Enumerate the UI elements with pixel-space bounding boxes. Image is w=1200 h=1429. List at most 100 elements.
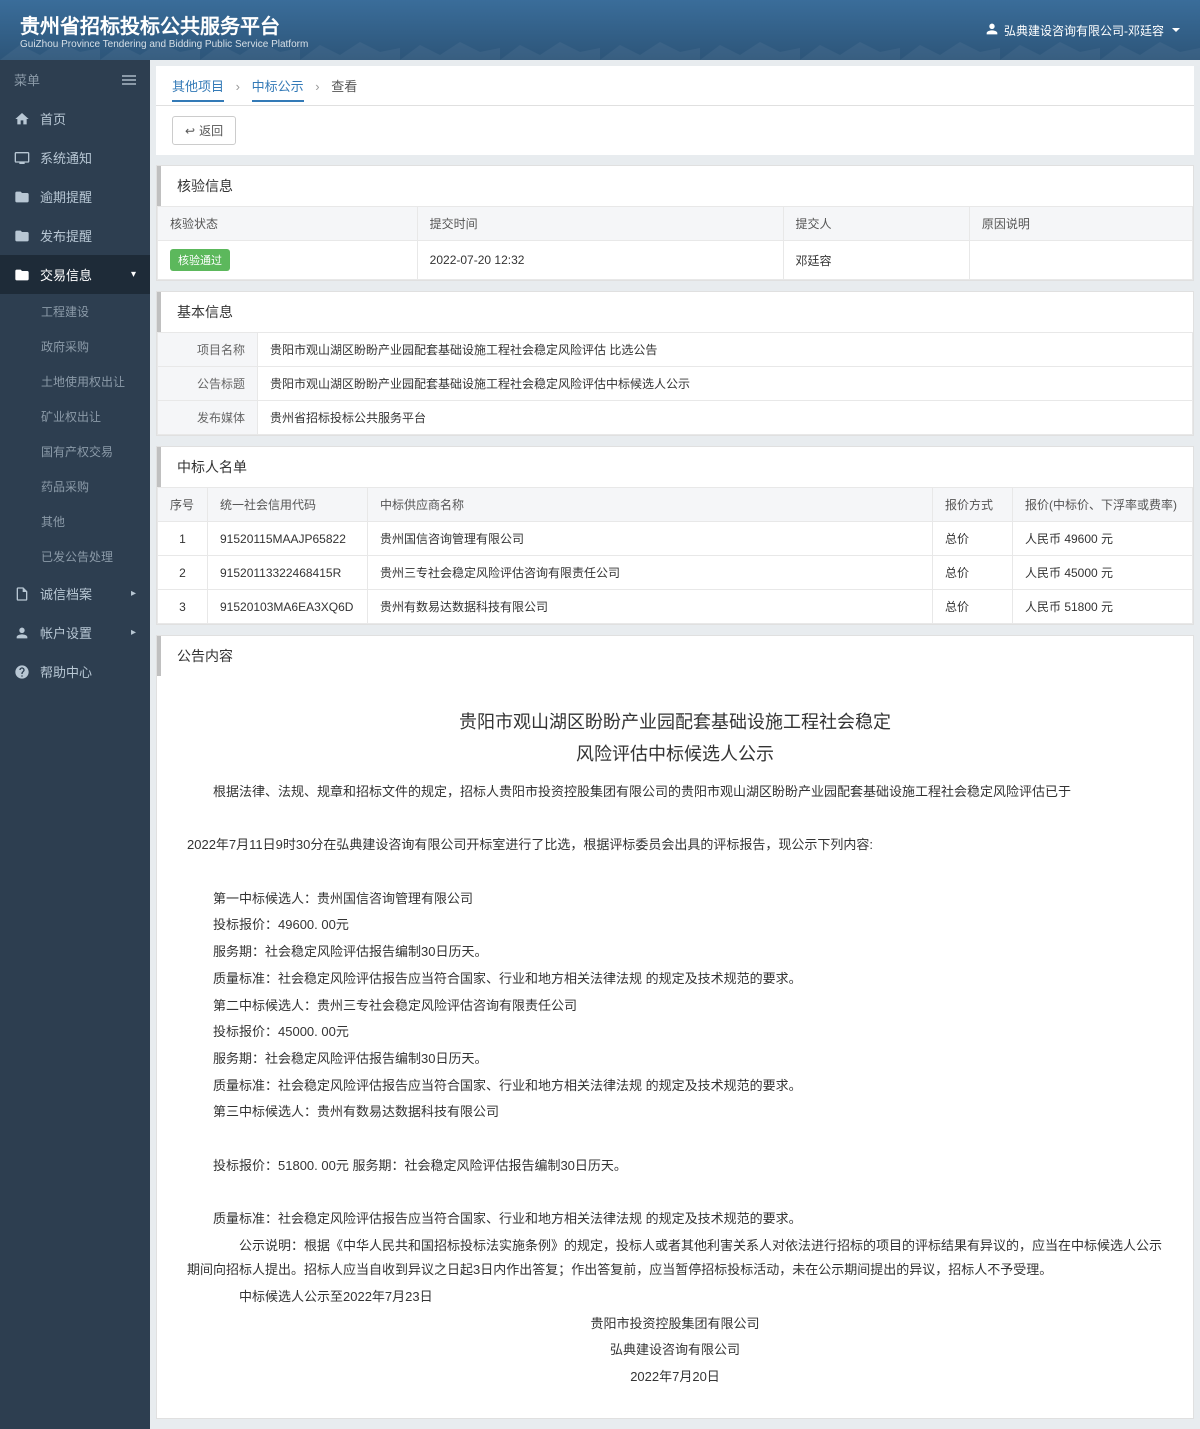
basic-panel: 基本信息 项目名称贵阳市观山湖区盼盼产业园配套基础设施工程社会稳定风险评估 比选… (156, 291, 1194, 436)
th-name: 中标供应商名称 (368, 488, 933, 522)
submenu-mine[interactable]: 矿业权出让 (0, 399, 150, 434)
sidebar-item-label: 诚信档案 (40, 584, 92, 603)
folder-icon (14, 267, 30, 283)
doc-icon (14, 586, 30, 602)
basic-table: 项目名称贵阳市观山湖区盼盼产业园配套基础设施工程社会稳定风险评估 比选公告 公告… (157, 332, 1193, 435)
table-row: 2 91520113322468415R 贵州三专社会稳定风险评估咨询有限责任公… (158, 556, 1193, 590)
c1-quality: 质量标准：社会稳定风险评估报告应当符合国家、行业和地方相关法律法规 的规定及技术… (187, 967, 1163, 992)
table-row: 公告标题贵阳市观山湖区盼盼产业园配套基础设施工程社会稳定风险评估中标候选人公示 (158, 367, 1193, 401)
announce-h1: 贵阳市观山湖区盼盼产业园配套基础设施工程社会稳定 (187, 708, 1163, 734)
basic-title: 基本信息 (157, 292, 1193, 332)
cell-reason (969, 241, 1192, 280)
value: 贵阳市观山湖区盼盼产业园配套基础设施工程社会稳定风险评估中标候选人公示 (258, 367, 1193, 401)
th-price: 报价(中标价、下浮率或费率) (1013, 488, 1193, 522)
c2-quality: 质量标准：社会稳定风险评估报告应当符合国家、行业和地方相关法律法规 的规定及技术… (187, 1074, 1163, 1099)
breadcrumb-item: 查看 (331, 79, 357, 94)
winners-panel: 中标人名单 序号 统一社会信用代码 中标供应商名称 报价方式 报价(中标价、下浮… (156, 446, 1194, 625)
back-arrow-icon: ↩ (185, 124, 195, 138)
label: 发布媒体 (158, 401, 258, 435)
sidebar-item-label: 系统通知 (40, 148, 92, 167)
sidebar-item-trade[interactable]: 交易信息 ▾ (0, 255, 150, 294)
th-reason: 原因说明 (969, 207, 1192, 241)
sidebar-item-label: 首页 (40, 109, 66, 128)
sidebar-item-notify[interactable]: 系统通知 (0, 138, 150, 177)
label: 公告标题 (158, 367, 258, 401)
submenu-property[interactable]: 国有产权交易 (0, 434, 150, 469)
chevron-down-icon: ▾ (131, 269, 136, 280)
value: 贵州省招标投标公共服务平台 (258, 401, 1193, 435)
table-row: 项目名称贵阳市观山湖区盼盼产业园配套基础设施工程社会稳定风险评估 比选公告 (158, 333, 1193, 367)
winners-table: 序号 统一社会信用代码 中标供应商名称 报价方式 报价(中标价、下浮率或费率) … (157, 487, 1193, 624)
help-icon (14, 664, 30, 680)
c2-name: 第二中标候选人：贵州三专社会稳定风险评估咨询有限责任公司 (187, 994, 1163, 1019)
announce-h2: 风险评估中标候选人公示 (187, 740, 1163, 766)
toolbar: ↩ 返回 (156, 106, 1194, 155)
th-method: 报价方式 (933, 488, 1013, 522)
user-name: 弘典建设咨询有限公司-邓廷容 (1004, 22, 1164, 39)
submenu-land[interactable]: 土地使用权出让 (0, 364, 150, 399)
sidebar-item-credit[interactable]: 诚信档案 ▸ (0, 574, 150, 613)
sidebar-header: 菜单 (0, 60, 150, 99)
submenu-construction[interactable]: 工程建设 (0, 294, 150, 329)
sig3: 2022年7月20日 (187, 1365, 1163, 1390)
menu-label: 菜单 (14, 70, 40, 89)
home-icon (14, 111, 30, 127)
cell-time: 2022-07-20 12:32 (417, 241, 783, 280)
announce-section-title: 公告内容 (157, 636, 1193, 676)
announce-p1: 根据法律、法规、规章和招标文件的规定，招标人贵阳市投资控股集团有限公司的贵阳市观… (187, 780, 1163, 805)
main-content: 其他项目 › 中标公示 › 查看 ↩ 返回 核验信息 核验状态 提交时间 提交人… (150, 60, 1200, 1429)
status-badge: 核验通过 (170, 249, 230, 271)
breadcrumb: 其他项目 › 中标公示 › 查看 (156, 66, 1194, 106)
submenu-gov[interactable]: 政府采购 (0, 329, 150, 364)
c1-name: 第一中标候选人：贵州国信咨询管理有限公司 (187, 887, 1163, 912)
app-subtitle: GuiZhou Province Tendering and Bidding P… (20, 39, 308, 50)
c1-price: 投标报价：49600. 00元 (187, 913, 1163, 938)
user-icon (984, 21, 1000, 40)
sidebar-item-overdue[interactable]: 逾期提醒 (0, 177, 150, 216)
verify-table: 核验状态 提交时间 提交人 原因说明 核验通过 2022-07-20 12:32… (157, 206, 1193, 280)
sidebar-item-label: 交易信息 (40, 265, 92, 284)
table-row: 3 91520103MA6EA3XQ6D 贵州有数易达数据科技有限公司 总价 人… (158, 590, 1193, 624)
label: 项目名称 (158, 333, 258, 367)
c3-price: 投标报价：51800. 00元 服务期：社会稳定风险评估报告编制30日历天。 (187, 1154, 1163, 1179)
th-no: 序号 (158, 488, 208, 522)
th-status: 核验状态 (158, 207, 418, 241)
folder-icon (14, 189, 30, 205)
submenu-other[interactable]: 其他 (0, 504, 150, 539)
sidebar-item-account[interactable]: 帐户设置 ▸ (0, 613, 150, 652)
announce-until: 中标候选人公示至2022年7月23日 (187, 1285, 1163, 1310)
table-row: 核验通过 2022-07-20 12:32 邓廷容 (158, 241, 1193, 280)
monitor-icon (14, 150, 30, 166)
submenu-published[interactable]: 已发公告处理 (0, 539, 150, 574)
c3-name: 第三中标候选人：贵州有数易达数据科技有限公司 (187, 1100, 1163, 1125)
c2-price: 投标报价：45000. 00元 (187, 1020, 1163, 1045)
breadcrumb-item[interactable]: 其他项目 (172, 79, 224, 102)
verify-title: 核验信息 (157, 166, 1193, 206)
submenu-medicine[interactable]: 药品采购 (0, 469, 150, 504)
sig1: 贵阳市投资控股集团有限公司 (187, 1312, 1163, 1337)
announce-note: 公示说明：根据《中华人民共和国招标投标法实施条例》的规定，投标人或者其他利害关系… (187, 1234, 1163, 1283)
menu-toggle-icon[interactable] (122, 73, 136, 87)
sidebar-item-label: 帮助中心 (40, 662, 92, 681)
folder-icon (14, 228, 30, 244)
verify-panel: 核验信息 核验状态 提交时间 提交人 原因说明 核验通过 2022-07-20 … (156, 165, 1194, 281)
announce-p2: 2022年7月11日9时30分在弘典建设咨询有限公司开标室进行了比选，根据评标委… (187, 833, 1163, 858)
sidebar-item-publish[interactable]: 发布提醒 (0, 216, 150, 255)
value: 贵阳市观山湖区盼盼产业园配套基础设施工程社会稳定风险评估 比选公告 (258, 333, 1193, 367)
c2-period: 服务期：社会稳定风险评估报告编制30日历天。 (187, 1047, 1163, 1072)
breadcrumb-item[interactable]: 中标公示 (252, 79, 304, 102)
back-button[interactable]: ↩ 返回 (172, 116, 236, 145)
sidebar-item-label: 逾期提醒 (40, 187, 92, 206)
chevron-right-icon: ▸ (131, 588, 136, 599)
user-icon (14, 625, 30, 641)
c3-quality: 质量标准：社会稳定风险评估报告应当符合国家、行业和地方相关法律法规 的规定及技术… (187, 1207, 1163, 1232)
user-menu[interactable]: 弘典建设咨询有限公司-邓廷容 (984, 21, 1180, 40)
table-row: 发布媒体贵州省招标投标公共服务平台 (158, 401, 1193, 435)
sidebar-item-label: 帐户设置 (40, 623, 92, 642)
sidebar-item-home[interactable]: 首页 (0, 99, 150, 138)
winners-title: 中标人名单 (157, 447, 1193, 487)
cell-person: 邓廷容 (783, 241, 969, 280)
th-person: 提交人 (783, 207, 969, 241)
sig2: 弘典建设咨询有限公司 (187, 1338, 1163, 1363)
sidebar-item-help[interactable]: 帮助中心 (0, 652, 150, 691)
